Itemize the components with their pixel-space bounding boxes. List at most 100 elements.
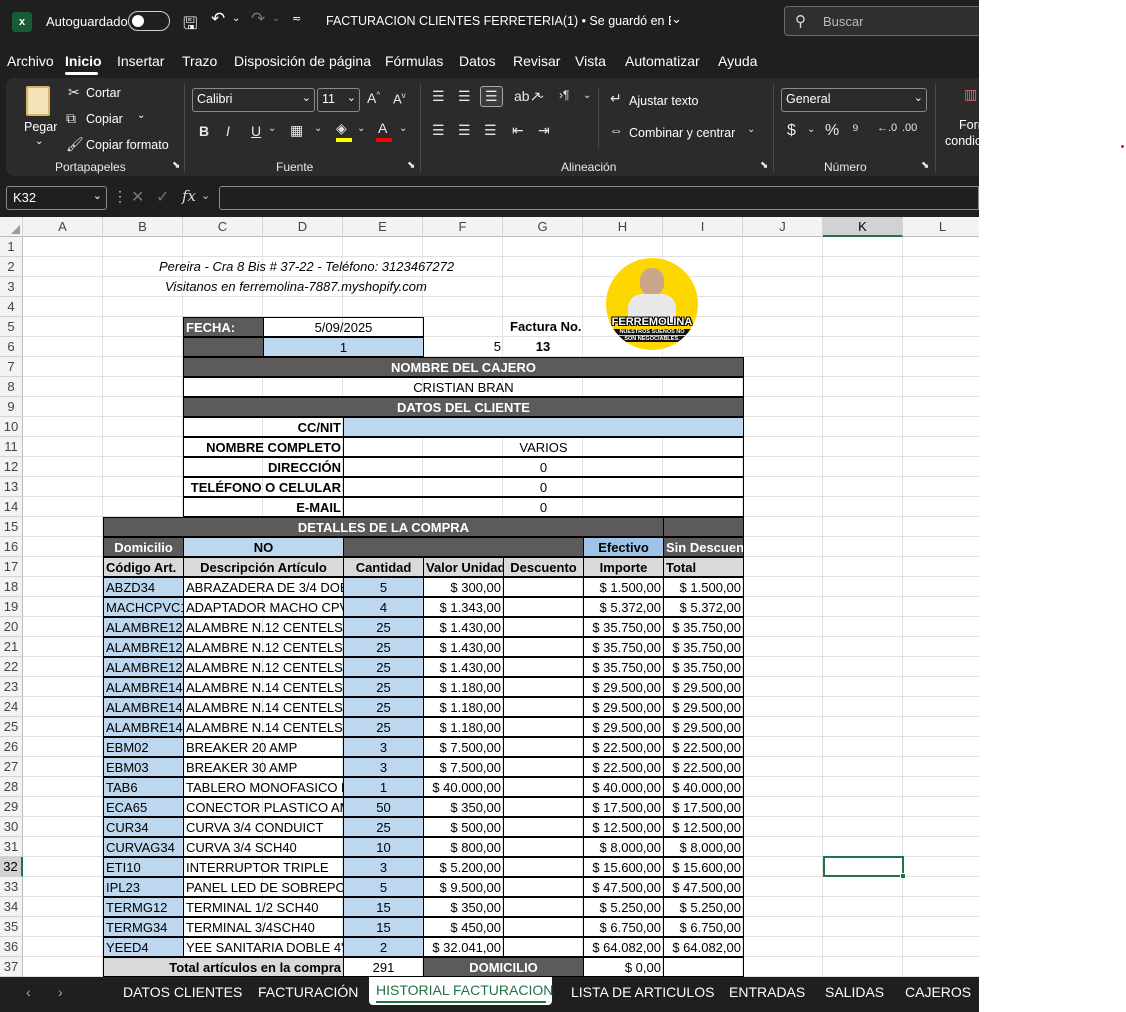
item-desc-cell[interactable]: ALAMBRE N.12 CENTELSA <box>183 637 344 657</box>
sheet-tab[interactable]: CAJEROS <box>905 984 971 1000</box>
item-imp-cell[interactable]: $ 64.082,00 <box>583 937 664 957</box>
item-desc-cell[interactable]: CURVA 3/4 SCH40 <box>183 837 344 857</box>
item-qty-cell[interactable]: 15 <box>343 917 424 937</box>
row-header[interactable]: 17 <box>0 557 23 577</box>
item-total-cell[interactable]: $ 64.082,00 <box>663 937 744 957</box>
item-imp-cell[interactable]: $ 35.750,00 <box>583 617 664 637</box>
item-desc-cell[interactable]: PANEL LED DE SOBREPONER <box>183 877 344 897</box>
number-format-select[interactable]: General ⌄ <box>781 88 927 112</box>
item-code-cell[interactable]: EBM03 <box>103 757 184 777</box>
table-header-cell[interactable]: Descuento <box>503 557 584 577</box>
item-imp-cell[interactable]: $ 47.500,00 <box>583 877 664 897</box>
row-header[interactable]: 11 <box>0 437 23 457</box>
currency-dropdown-icon[interactable]: ⌄ <box>807 124 815 135</box>
menu-ayuda[interactable]: Ayuda <box>718 53 757 69</box>
excel-logo-icon[interactable]: x <box>12 12 32 32</box>
row-header[interactable]: 31 <box>0 837 23 857</box>
column-header[interactable]: D <box>263 217 343 237</box>
row-header[interactable]: 22 <box>0 657 23 677</box>
dialog-launcher-icon[interactable]: ⬊ <box>760 160 768 171</box>
domicilio-footer-label[interactable]: DOMICILIO <box>423 957 584 977</box>
fecha-label[interactable]: FECHA: <box>183 317 264 337</box>
item-code-cell[interactable]: MACHCPVC12 <box>103 597 184 617</box>
row-header[interactable]: 29 <box>0 797 23 817</box>
item-qty-cell[interactable]: 25 <box>343 817 424 837</box>
item-unit-cell[interactable]: $ 300,00 <box>423 577 504 597</box>
item-disc-cell[interactable] <box>503 837 584 857</box>
item-code-cell[interactable]: CURVAG34 <box>103 837 184 857</box>
menu-trazo[interactable]: Trazo <box>182 53 217 69</box>
item-qty-cell[interactable]: 2 <box>343 937 424 957</box>
align-left-icon[interactable]: ☰ <box>432 122 445 139</box>
percent-icon[interactable]: % <box>825 122 839 140</box>
borders-icon[interactable]: ▦ <box>290 122 303 139</box>
row-header[interactable]: 13 <box>0 477 23 497</box>
item-code-cell[interactable]: ALAMBRE14B <box>103 697 184 717</box>
cliente-header[interactable]: DATOS DEL CLIENTE <box>183 397 744 417</box>
copy-button[interactable]: Copiar <box>86 112 123 126</box>
sheet-tab[interactable]: SALIDAS <box>825 984 884 1000</box>
item-imp-cell[interactable]: $ 29.500,00 <box>583 717 664 737</box>
item-disc-cell[interactable] <box>503 757 584 777</box>
item-disc-cell[interactable] <box>503 657 584 677</box>
underline-dropdown-icon[interactable]: ⌄ <box>268 123 276 134</box>
bold-icon[interactable]: B <box>199 123 209 139</box>
table-header-cell[interactable]: Valor Unidad <box>423 557 504 577</box>
domicilio-footer-amount[interactable]: $ 0,00 <box>583 957 664 977</box>
item-code-cell[interactable]: EBM02 <box>103 737 184 757</box>
underline-icon[interactable]: U <box>251 123 261 139</box>
r6-f-value[interactable]: 5 <box>423 337 503 357</box>
item-unit-cell[interactable]: $ 800,00 <box>423 837 504 857</box>
conditional-format-label-2[interactable]: condic <box>945 134 979 148</box>
item-code-cell[interactable]: TERMG34 <box>103 917 184 937</box>
row-header[interactable]: 1 <box>0 237 23 257</box>
row-header[interactable]: 7 <box>0 357 23 377</box>
row-header[interactable]: 12 <box>0 457 23 477</box>
menu-automatizar[interactable]: Automatizar <box>625 53 700 69</box>
currency-icon[interactable]: $ <box>787 122 796 140</box>
item-desc-cell[interactable]: TERMINAL 1/2 SCH40 <box>183 897 344 917</box>
r6-index[interactable]: 1 <box>263 337 424 357</box>
align-center-icon[interactable]: ☰ <box>458 122 471 139</box>
rtl-icon[interactable]: ›¶ <box>559 88 569 102</box>
item-unit-cell[interactable]: $ 1.430,00 <box>423 637 504 657</box>
total-label[interactable]: Total artículos en la compra <box>103 957 344 977</box>
item-qty-cell[interactable]: 25 <box>343 677 424 697</box>
column-header[interactable]: I <box>663 217 743 237</box>
item-disc-cell[interactable] <box>503 677 584 697</box>
dialog-launcher-icon[interactable]: ⬊ <box>407 160 415 171</box>
row-header[interactable]: 27 <box>0 757 23 777</box>
item-imp-cell[interactable]: $ 5.250,00 <box>583 897 664 917</box>
align-middle-icon[interactable]: ☰ <box>458 88 471 105</box>
menu-revisar[interactable]: Revisar <box>513 53 560 69</box>
table-header-cell[interactable]: Importe <box>583 557 664 577</box>
item-total-cell[interactable]: $ 29.500,00 <box>663 697 744 717</box>
item-unit-cell[interactable]: $ 1.180,00 <box>423 717 504 737</box>
row-header[interactable]: 23 <box>0 677 23 697</box>
enter-icon[interactable]: ✓ <box>156 187 169 207</box>
column-header[interactable]: H <box>583 217 663 237</box>
name-box[interactable]: K32 ⌄ <box>6 186 107 210</box>
wrap-text-button[interactable]: Ajustar texto <box>629 94 698 108</box>
file-title[interactable]: FACTURACION CLIENTES FERRETERIA(1) • Se … <box>326 14 671 28</box>
item-desc-cell[interactable]: INTERRUPTOR TRIPLE <box>183 857 344 877</box>
item-desc-cell[interactable]: BREAKER 20 AMP <box>183 737 344 757</box>
sheet-tab[interactable]: LISTA DE ARTICULOS <box>571 984 714 1000</box>
worksheet-grid[interactable]: 1 2 3 4 5 6 7 8 9 10 11 12 13 14 15 16 17 18 19 20 21 22 23 24 2… <box>0 237 979 977</box>
item-qty-cell[interactable]: 5 <box>343 877 424 897</box>
item-desc-cell[interactable]: ALAMBRE N.12 CENTELSA <box>183 657 344 677</box>
fecha-value[interactable]: 5/09/2025 <box>263 317 424 337</box>
search-box[interactable]: ⚲ Buscar <box>784 6 979 36</box>
item-imp-cell[interactable]: $ 6.750,00 <box>583 917 664 937</box>
rtl-dropdown-icon[interactable]: ⌄ <box>583 90 591 101</box>
item-total-cell[interactable]: $ 6.750,00 <box>663 917 744 937</box>
domicilio-value[interactable]: NO <box>183 537 344 557</box>
client-field-value[interactable]: 0 <box>343 497 744 517</box>
client-field-label[interactable]: E-MAIL <box>183 497 344 517</box>
borders-dropdown-icon[interactable]: ⌄ <box>314 123 322 134</box>
item-disc-cell[interactable] <box>503 857 584 877</box>
align-right-icon[interactable]: ☰ <box>484 122 497 139</box>
item-total-cell[interactable]: $ 8.000,00 <box>663 837 744 857</box>
item-disc-cell[interactable] <box>503 797 584 817</box>
row-header[interactable]: 4 <box>0 297 23 317</box>
